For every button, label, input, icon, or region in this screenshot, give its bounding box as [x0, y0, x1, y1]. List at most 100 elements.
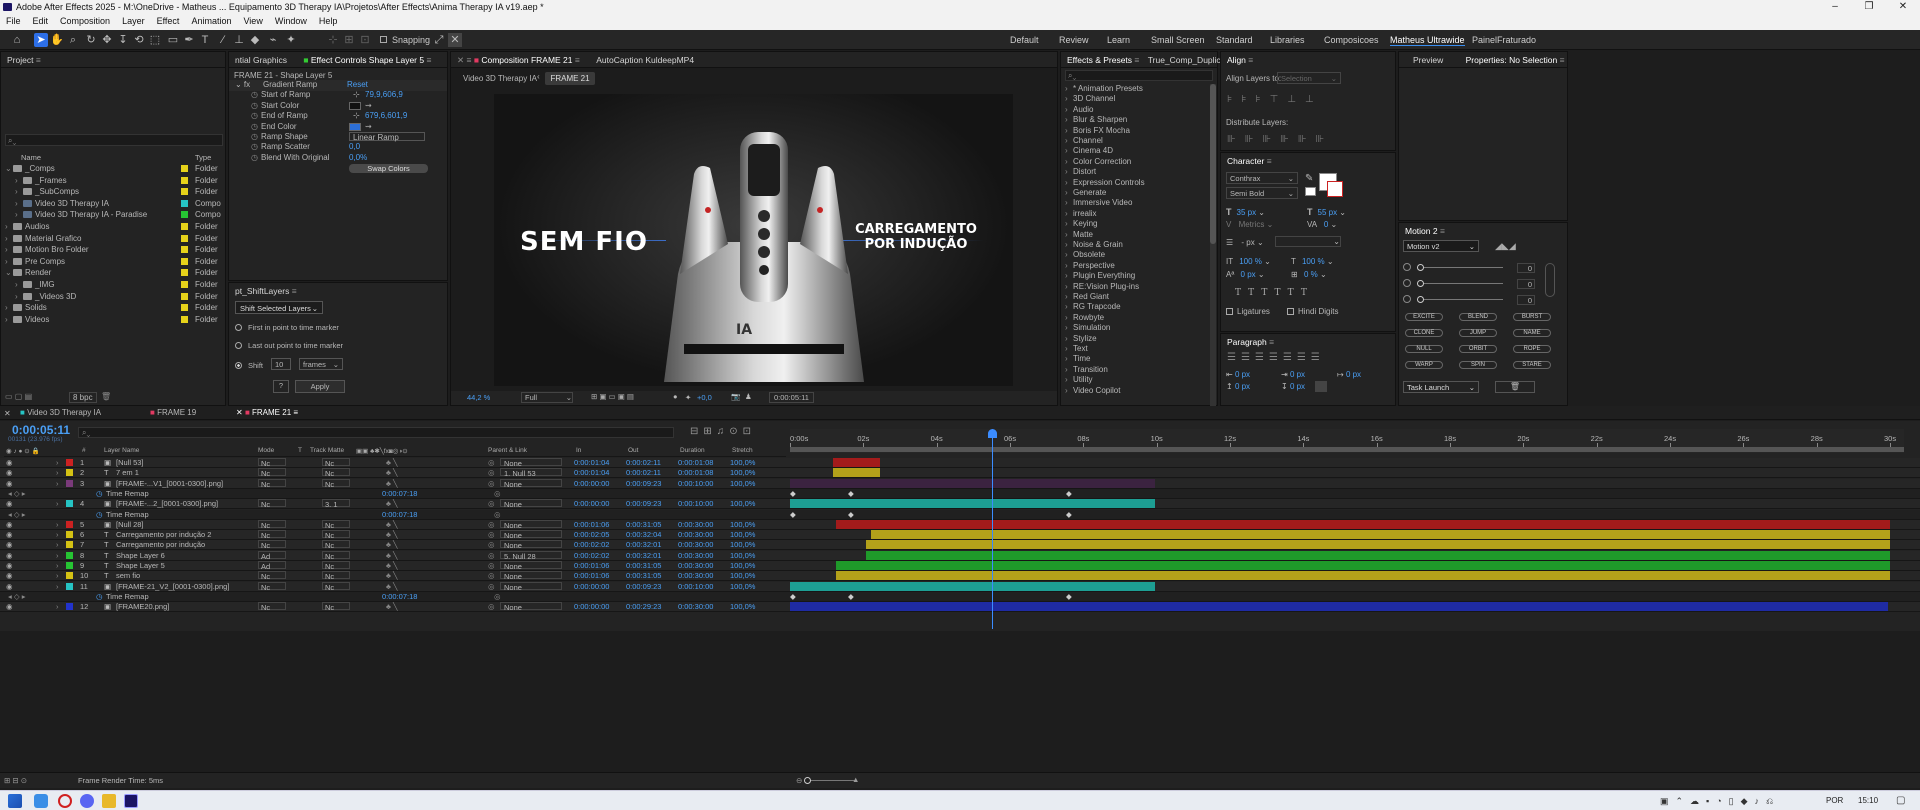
layer-row[interactable]: ◉ › 8 T Shape Layer 6 Ad Nc ♣ ╲ ◎ 5. Null 28 0:00:… [0, 550, 1920, 561]
brush-tool-icon[interactable]: ∕ [216, 33, 230, 47]
motion-excite-button[interactable]: EXCITE [1405, 313, 1443, 321]
rotate-tool-icon[interactable]: ⟲ [132, 33, 146, 47]
pan-tool-icon[interactable]: ✥ [100, 33, 114, 47]
layer-stretch[interactable]: 100,0% [730, 561, 755, 570]
layer-stretch[interactable]: 100,0% [730, 571, 755, 580]
indent-left[interactable]: ⇤ 0 px [1226, 370, 1250, 379]
layer-row[interactable]: ◉ › 1 ▣ [Null 53] Nc Nc ♣ ╲ ◎ None 0:00:01:04 0:00:… [0, 458, 1920, 468]
shift-unit-select[interactable]: frames ⌄ [299, 358, 343, 370]
expand-arrow-icon[interactable]: › [1065, 240, 1068, 249]
effect-category[interactable]: › 3D Channel [1063, 94, 1209, 105]
expand-arrow-icon[interactable]: › [15, 292, 18, 301]
layer-mode-select[interactable]: Nc [258, 468, 286, 478]
align-buttons-row[interactable]: ⊧⊧⊧⊤⊥⊥ [1227, 94, 1323, 105]
layer-row[interactable]: ◉ › 11 ▣ [FRAME-21_V2_[0001-0300].png] Nc Nc ♣ … [0, 581, 1920, 592]
discord-icon[interactable] [80, 794, 94, 808]
effect-category[interactable]: › Time [1063, 354, 1209, 365]
snap-options-icon[interactable]: ⤢ [432, 33, 446, 47]
effect-category[interactable]: › Plugin Everything [1063, 271, 1209, 282]
layer-out-time[interactable]: 0:00:32:01 [626, 540, 661, 549]
layer-duration-bar[interactable] [835, 519, 1890, 529]
breadcrumb-frame21[interactable]: FRAME 21 [545, 72, 595, 85]
effect-category[interactable]: › Cinema 4D [1063, 146, 1209, 157]
snapshot-icon[interactable]: 📷 [731, 392, 740, 401]
tab-video3d-therapy[interactable]: ■ Video 3D Therapy IA [20, 408, 101, 417]
layer-duration[interactable]: 0:00:10:00 [678, 499, 713, 508]
indent-right[interactable]: ⇥ 0 px [1281, 370, 1305, 379]
expand-arrow-icon[interactable]: › [56, 458, 59, 467]
new-folder-icon[interactable]: ▭ ▢ ▤ [5, 392, 32, 401]
tab-essential-graphics[interactable]: ntial Graphics [235, 55, 287, 65]
visibility-eye-icon[interactable]: ◉ [6, 458, 13, 467]
expand-arrow-icon[interactable]: ⌄ [5, 268, 12, 277]
time-remap-value[interactable]: 0:00:07:18 [382, 592, 417, 601]
parent-pickwhip-icon[interactable]: ◎ [488, 540, 495, 549]
parent-select[interactable]: 1. Null 53 [500, 468, 562, 478]
layer-label-color[interactable] [66, 603, 73, 611]
col-stretch[interactable]: Stretch [732, 447, 753, 454]
expand-arrow-icon[interactable]: › [1065, 365, 1068, 374]
roto-brush-tool-icon[interactable]: ⌁ [266, 33, 280, 47]
exposure-value[interactable]: +0,0 [697, 393, 712, 402]
expand-arrow-icon[interactable]: › [1065, 178, 1068, 187]
layer-out-time[interactable]: 0:00:02:11 [626, 458, 661, 467]
layer-name[interactable]: sem fio [116, 571, 140, 580]
effect-category[interactable]: › Simulation [1063, 323, 1209, 334]
ec-property-value[interactable]: 0,0 [349, 142, 360, 151]
stopwatch-icon[interactable]: ◷ [96, 592, 103, 601]
time-remap-row[interactable]: ◂ ◇ ▸ ◷ Time Remap 0:00:07:18 ◎ ◆ ◆ ◆ [0, 509, 1920, 520]
expression-icon[interactable]: ◎ [494, 510, 501, 519]
motion-warp-button[interactable]: WARP [1405, 361, 1443, 369]
track-matte-select[interactable]: Nc [322, 571, 350, 581]
effect-category[interactable]: › Audio [1063, 105, 1209, 116]
character-title[interactable]: Character [1227, 156, 1264, 166]
motion-value-2[interactable]: 0 [1517, 279, 1535, 289]
layer-stretch[interactable]: 100,0% [730, 499, 755, 508]
parent-select[interactable]: None [500, 561, 562, 571]
visibility-eye-icon[interactable]: ◉ [6, 468, 13, 477]
expand-arrow-icon[interactable]: › [5, 303, 8, 312]
font-size-row[interactable]: T 35 px ⌄ [1226, 207, 1265, 217]
align-title[interactable]: Align [1227, 55, 1246, 65]
expand-arrow-icon[interactable]: › [15, 176, 18, 185]
expand-arrow-icon[interactable]: › [1065, 292, 1068, 301]
timeline-zoom-slider[interactable] [806, 780, 856, 781]
project-item[interactable]: › Motion Bro Folder Folder [1, 245, 225, 256]
layer-duration-bar[interactable] [866, 550, 1890, 560]
layer-out-time[interactable]: 0:00:31:05 [626, 571, 661, 580]
fill-swatch-small[interactable] [1305, 187, 1316, 196]
bpc-button[interactable]: 8 bpc [69, 392, 97, 403]
home-icon[interactable]: ⌂ [10, 33, 24, 47]
keyframe-icon[interactable]: ◆ [790, 510, 796, 519]
workspace-matheus-ultrawide[interactable]: Matheus Ultrawide [1390, 35, 1465, 46]
layer-in-time[interactable]: 0:00:00:00 [574, 602, 609, 611]
language-indicator[interactable]: POR [1826, 796, 1843, 805]
ec-property-row[interactable]: ◷ End of Ramp ⊹ 679,6,601,9 [229, 111, 447, 122]
effect-category[interactable]: › Obsolete [1063, 250, 1209, 261]
parent-select[interactable]: None [500, 581, 562, 592]
parent-select[interactable]: None [500, 602, 562, 612]
layer-duration[interactable]: 0:00:30:00 [678, 571, 713, 580]
motion-clone-button[interactable]: CLONE [1405, 329, 1443, 337]
layer-row[interactable]: ◉ › 9 T Shape Layer 5 Ad Nc ♣ ╲ ◎ None 0:00:01:06 0… [0, 561, 1920, 571]
expand-arrow-icon[interactable]: › [1065, 302, 1068, 311]
layer-name[interactable]: Carregamento por indução [116, 540, 205, 549]
font-style-select[interactable]: Semi Bold ⌄ [1226, 187, 1298, 199]
effect-category[interactable]: › Utility [1063, 375, 1209, 386]
track-matte-select[interactable]: Nc [322, 581, 350, 592]
col-layer-name[interactable]: Layer Name [104, 447, 139, 454]
expand-arrow-icon[interactable]: › [1065, 94, 1068, 103]
layer-mode-select[interactable]: Nc [258, 581, 286, 592]
effect-category[interactable]: › Stylize [1063, 334, 1209, 345]
expand-arrow-icon[interactable]: › [56, 499, 59, 508]
expand-arrow-icon[interactable]: › [1065, 105, 1068, 114]
layer-in-time[interactable]: 0:00:00:00 [574, 582, 609, 591]
expand-arrow-icon[interactable]: › [1065, 84, 1068, 93]
col-parent[interactable]: Parent & Link [488, 447, 527, 454]
align-to-select[interactable]: Selection ⌄ [1277, 72, 1341, 84]
parent-select[interactable]: None [500, 571, 562, 581]
visibility-eye-icon[interactable]: ◉ [6, 602, 13, 611]
effects-search-input[interactable]: ⌕⌄ [1065, 70, 1213, 81]
workspace-libraries[interactable]: Libraries [1270, 35, 1305, 45]
color-swatch[interactable] [349, 101, 361, 110]
